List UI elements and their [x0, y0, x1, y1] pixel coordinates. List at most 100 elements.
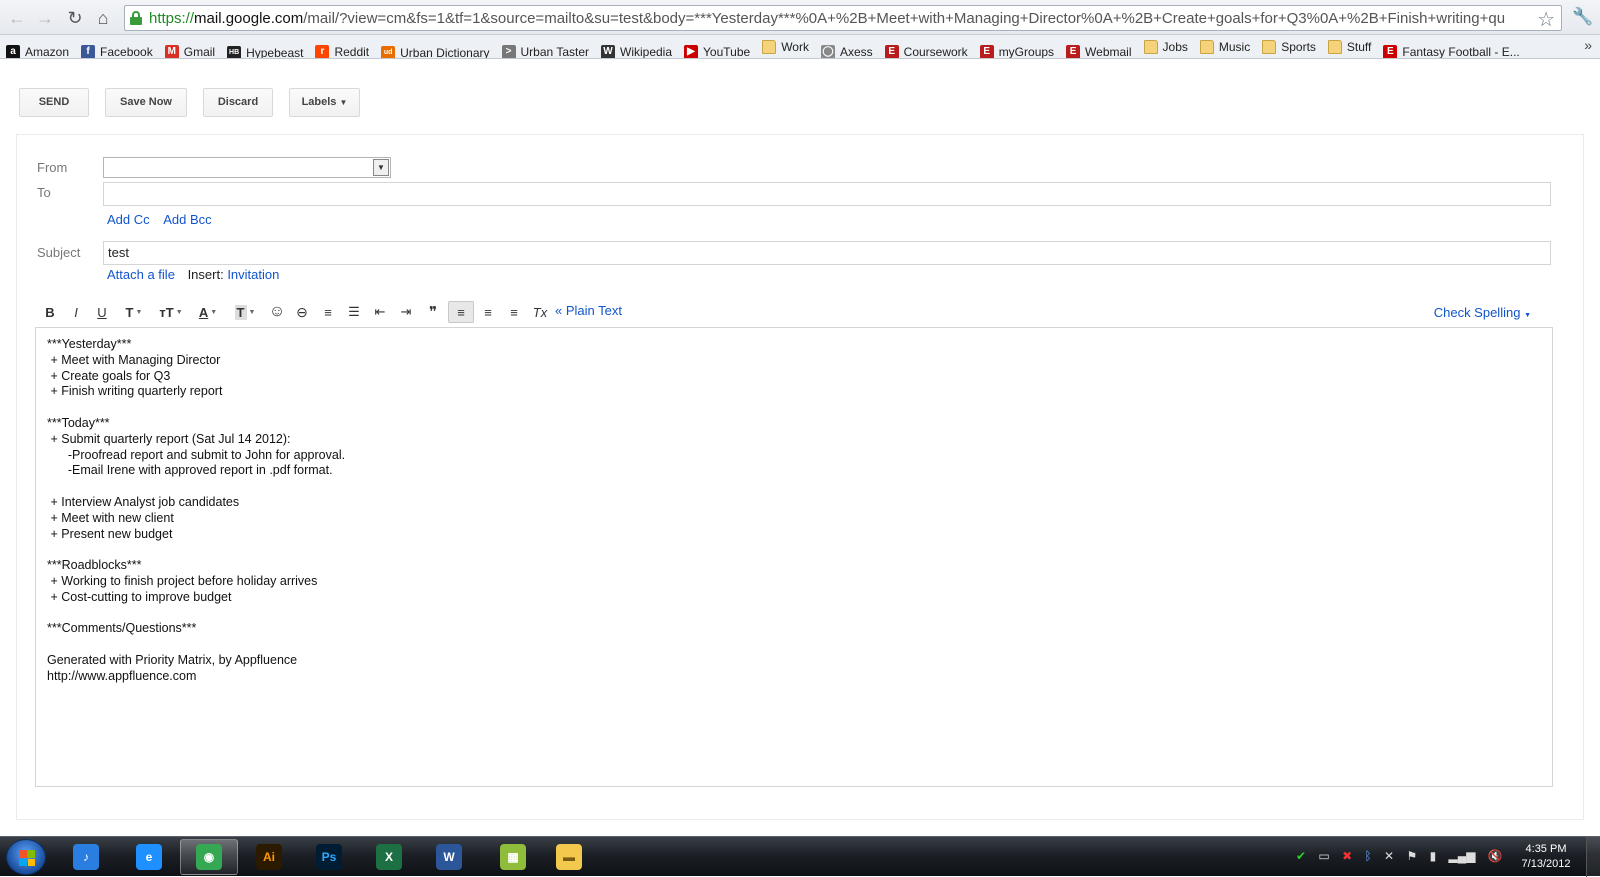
back-icon[interactable]: ←	[6, 7, 28, 29]
folder-icon	[1143, 40, 1158, 54]
taskbar-app[interactable]: Ai	[240, 839, 298, 875]
folder-icon	[1199, 40, 1214, 54]
forward-icon[interactable]: →	[34, 7, 56, 29]
align-left-icon[interactable]: ≡	[448, 301, 474, 323]
bookmark-label: YouTube	[703, 45, 751, 59]
taskbar-app[interactable]: Ps	[300, 839, 358, 875]
home-icon[interactable]: ⌂	[92, 7, 114, 29]
reload-icon[interactable]: ↻	[64, 7, 86, 29]
bookmark-label: Gmail	[183, 45, 216, 59]
discard-button[interactable]: Discard	[203, 88, 273, 117]
dropdown-arrow-icon: ▼	[339, 98, 348, 107]
numbered-list-icon[interactable]: ≡	[318, 301, 338, 323]
clock[interactable]: 4:35 PM 7/13/2012	[1516, 842, 1576, 872]
bookmark-fantasy-football-e[interactable]: E Fantasy Football - E...	[1377, 40, 1525, 58]
taskbar-app[interactable]: ♪	[57, 839, 115, 875]
bookmark-label: Urban Dictionary	[400, 46, 490, 59]
invitation-link[interactable]: Invitation	[227, 267, 279, 282]
bookmark-youtube[interactable]: ▶ YouTube	[678, 40, 756, 59]
signal-icon[interactable]: ▂▄▆	[1449, 849, 1476, 863]
taskbar-app[interactable]: e	[120, 839, 178, 875]
dropdown-arrow-icon[interactable]: ▼	[373, 159, 389, 176]
system-tray: ✔ ▭ ✖ ᛒ ✕ ⚑ ▮ ▂▄▆ 🔇	[1296, 849, 1512, 863]
bookmark-sports[interactable]: Sports	[1256, 35, 1322, 58]
text-color-button[interactable]: A ▼	[193, 301, 223, 323]
start-button[interactable]	[6, 839, 46, 875]
show-desktop-button[interactable]	[1586, 837, 1600, 877]
quote-icon[interactable]: ❞	[423, 301, 443, 323]
reddit-icon: r	[315, 45, 330, 58]
folder-icon	[762, 40, 777, 54]
bookmark-label: Amazon	[25, 45, 70, 59]
taskbar-app[interactable]: W	[420, 839, 478, 875]
bookmark-facebook[interactable]: f Facebook	[75, 40, 159, 58]
align-center-icon[interactable]: ≡	[478, 301, 498, 323]
taskbar-app[interactable]: ◉	[180, 839, 238, 875]
bookmark-star-icon[interactable]: ☆	[1537, 7, 1555, 32]
bookmark-webmail[interactable]: E Webmail	[1060, 40, 1137, 58]
bookmark-amazon[interactable]: a Amazon	[0, 40, 75, 59]
indent-less-icon[interactable]: ⇤	[370, 301, 390, 323]
flag-icon[interactable]: ⚑	[1406, 849, 1417, 863]
emoji-icon[interactable]: ☺	[267, 301, 287, 323]
volume-muted-icon[interactable]: 🔇	[1488, 849, 1503, 863]
attach-file-link[interactable]: Attach a file	[107, 267, 175, 282]
font-button[interactable]: T ▼	[119, 301, 149, 323]
bluetooth-icon[interactable]: ᛒ	[1365, 849, 1372, 863]
bookmark-jobs[interactable]: Jobs	[1138, 35, 1194, 58]
caret-icon: ▼	[135, 308, 143, 316]
to-field[interactable]	[103, 182, 1551, 206]
display-icon[interactable]: ▭	[1318, 849, 1329, 863]
check-spelling-link[interactable]: Check Spelling ▼	[1434, 305, 1531, 320]
bold-button[interactable]: B	[41, 301, 59, 323]
bookmark-stuff[interactable]: Stuff	[1322, 35, 1377, 58]
bookmark-reddit[interactable]: r Reddit	[309, 40, 375, 58]
bookmark-axess[interactable]: ◯ Axess	[815, 40, 879, 58]
bookmark-coursework[interactable]: E Coursework	[879, 40, 974, 58]
taskbar-app[interactable]: ▬	[540, 839, 598, 875]
font-size-button[interactable]: тT ▼	[155, 301, 187, 323]
bookmark-hypebeast[interactable]: HB Hypebeast	[221, 41, 309, 58]
folder-icon	[1327, 40, 1342, 54]
send-button[interactable]: SEND	[19, 88, 89, 117]
add-bcc-link[interactable]: Add Bcc	[163, 212, 211, 227]
address-bar[interactable]: https://mail.google.com/mail/?view=cm&fs…	[124, 5, 1562, 31]
add-cc-link[interactable]: Add Cc	[107, 212, 150, 227]
align-right-icon[interactable]: ≡	[504, 301, 524, 323]
link-icon[interactable]: ⊖	[291, 301, 313, 323]
illustrator-icon: Ai	[256, 844, 282, 870]
plain-text-link[interactable]: « Plain Text	[555, 303, 622, 318]
tool-icon[interactable]: ✖	[1342, 849, 1352, 863]
taskbar-app[interactable]: X	[360, 839, 418, 875]
bookmark-urban-taster[interactable]: > Urban Taster	[496, 40, 595, 58]
labels-button[interactable]: Labels ▼	[289, 88, 360, 117]
subject-field[interactable]: test	[103, 241, 1551, 265]
wrench-icon[interactable]: 🔧	[1572, 7, 1593, 27]
coursework-icon: E	[884, 45, 899, 58]
bookmark-label: myGroups	[998, 45, 1055, 59]
bookmark-music[interactable]: Music	[1194, 35, 1256, 58]
axess-icon: ◯	[820, 45, 835, 58]
remove-formatting-icon[interactable]: Tx	[529, 301, 551, 323]
app-icon[interactable]: ✕	[1384, 849, 1394, 863]
from-label: From	[37, 160, 68, 175]
taskbar-app[interactable]: ▦	[484, 839, 542, 875]
italic-button[interactable]: I	[67, 301, 85, 323]
highlight-button[interactable]: T ▼	[229, 301, 261, 323]
underline-button[interactable]: U	[93, 301, 111, 323]
more-bookmarks-icon[interactable]: »	[1584, 37, 1592, 53]
bookmark-work[interactable]: Work	[756, 35, 815, 58]
bookmark-urban-dictionary[interactable]: ud Urban Dictionary	[375, 41, 495, 59]
bulleted-list-icon[interactable]: ☰	[344, 301, 364, 323]
bookmark-gmail[interactable]: M Gmail	[159, 40, 221, 59]
caret-icon: ▼	[210, 308, 218, 316]
save-now-button[interactable]: Save Now	[105, 88, 187, 117]
battery-icon[interactable]: ▮	[1430, 849, 1437, 863]
sync-icon[interactable]: ✔	[1296, 849, 1306, 863]
bookmark-mygroups[interactable]: EmyGroups	[974, 40, 1060, 59]
message-body[interactable]: ***Yesterday*** + Meet with Managing Dir…	[35, 327, 1553, 787]
check-spelling-label: Check Spelling	[1433, 305, 1521, 320]
indent-more-icon[interactable]: ⇥	[396, 301, 416, 323]
from-select[interactable]: ▼	[103, 157, 391, 178]
bookmark-wikipedia[interactable]: W Wikipedia	[595, 40, 678, 58]
